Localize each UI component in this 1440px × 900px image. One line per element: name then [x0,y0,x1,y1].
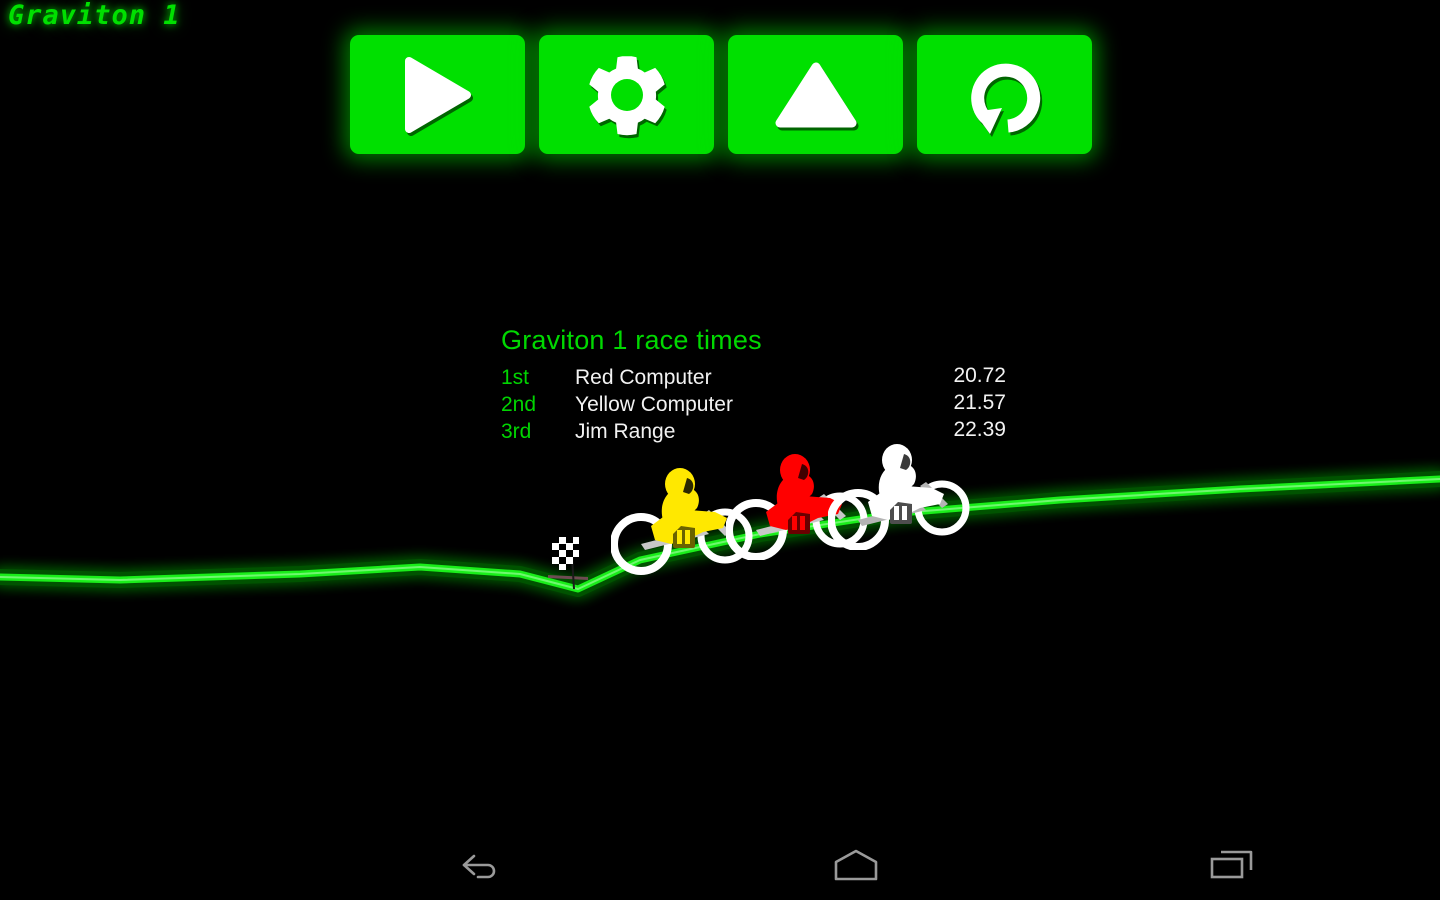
restart-arrow-icon [970,63,1040,134]
home-icon [834,849,878,881]
result-racer-name: Jim Range [575,420,676,443]
result-position: 1st [501,366,530,389]
android-navigation-bar [0,830,1440,900]
result-time: 22.39 [953,418,1006,441]
racer-yellow [611,468,753,575]
recent-apps-icon [1210,850,1253,879]
result-racer-name: Red Computer [575,366,712,389]
nav-back-button[interactable] [360,830,600,900]
racer-white [828,444,970,550]
result-time: 21.57 [953,391,1006,414]
result-position: 3rd [501,420,532,443]
checkered-flag-icon [548,537,588,589]
nav-home-button[interactable] [736,830,976,900]
table-row: 1st Red Computer 20.72 [501,364,1006,393]
race-results-heading: Graviton 1 race times [501,325,762,355]
play-icon [404,56,471,133]
table-row: 2nd Yellow Computer 21.57 [501,391,1006,420]
result-position: 2nd [501,393,537,416]
result-racer-name: Yellow Computer [575,393,733,416]
next-level-button[interactable] [728,35,903,154]
game-canvas: Graviton 1 Graviton 1 race times 1st Red… [0,0,1440,830]
settings-button[interactable] [539,35,714,154]
gear-icon [588,55,665,135]
table-row: 3rd Jim Range 22.39 [501,418,1006,447]
restart-button[interactable] [917,35,1092,154]
race-results-panel: Graviton 1 race times 1st Red Computer 2… [501,325,1006,447]
app-title: Graviton 1 [8,0,181,31]
play-button[interactable] [350,35,525,154]
toolbar [350,35,1092,154]
result-time: 20.72 [953,364,1006,387]
triangle-up-icon [775,62,856,127]
back-arrow-icon [462,854,496,879]
nav-recents-button[interactable] [1112,830,1352,900]
racer-red [726,454,868,560]
